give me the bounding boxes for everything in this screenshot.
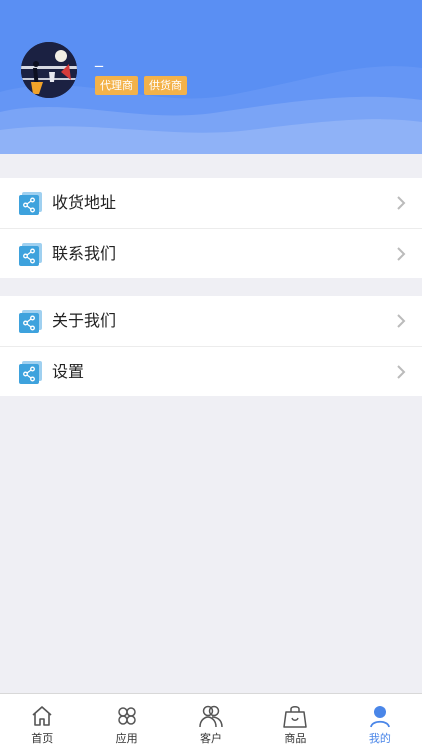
menu-label: 收货地址 [52,193,117,212]
menu-item-about-us[interactable]: 关于我们 [0,296,422,346]
tag-agent: 代理商 [95,76,138,95]
avatar[interactable] [21,42,77,98]
tab-home[interactable]: 首页 [0,694,84,750]
shopping-bag-icon [283,706,308,728]
tab-label: 应用 [115,732,138,745]
tab-mine[interactable]: 我的 [338,694,422,750]
share-icon [19,192,42,215]
menu-label: 联系我们 [52,244,117,263]
menu-group-1: 收货地址 联系我们 [0,178,422,278]
share-icon [19,243,42,266]
tab-label: 商品 [284,732,307,745]
tab-customers[interactable]: 客户 [169,694,253,750]
profile-header: _ 代理商 供货商 [0,0,422,154]
chevron-right-icon [397,196,406,210]
chevron-right-icon [397,247,406,261]
tag-supplier: 供货商 [144,76,187,95]
tab-label: 我的 [368,732,391,745]
chevron-right-icon [397,365,406,379]
customers-icon [199,705,223,728]
tab-label: 客户 [200,732,223,745]
tab-products[interactable]: 商品 [253,694,337,750]
share-icon [19,361,42,384]
tab-label: 首页 [31,732,54,745]
menu-label: 设置 [52,362,85,381]
role-tags: 代理商 供货商 [95,76,187,95]
menu-group-2: 关于我们 设置 [0,296,422,396]
menu-item-contact-us[interactable]: 联系我们 [0,228,422,278]
tab-apps[interactable]: 应用 [84,694,168,750]
home-icon [32,706,52,726]
share-icon [19,310,42,333]
username: _ [95,48,103,67]
bottom-tab-bar: 首页 应用 客户 商品 我的 [0,693,422,750]
chevron-right-icon [397,314,406,328]
menu-item-settings[interactable]: 设置 [0,346,422,396]
user-icon [369,706,390,728]
apps-icon [117,707,136,725]
menu-item-shipping-address[interactable]: 收货地址 [0,178,422,228]
menu-label: 关于我们 [52,311,117,330]
